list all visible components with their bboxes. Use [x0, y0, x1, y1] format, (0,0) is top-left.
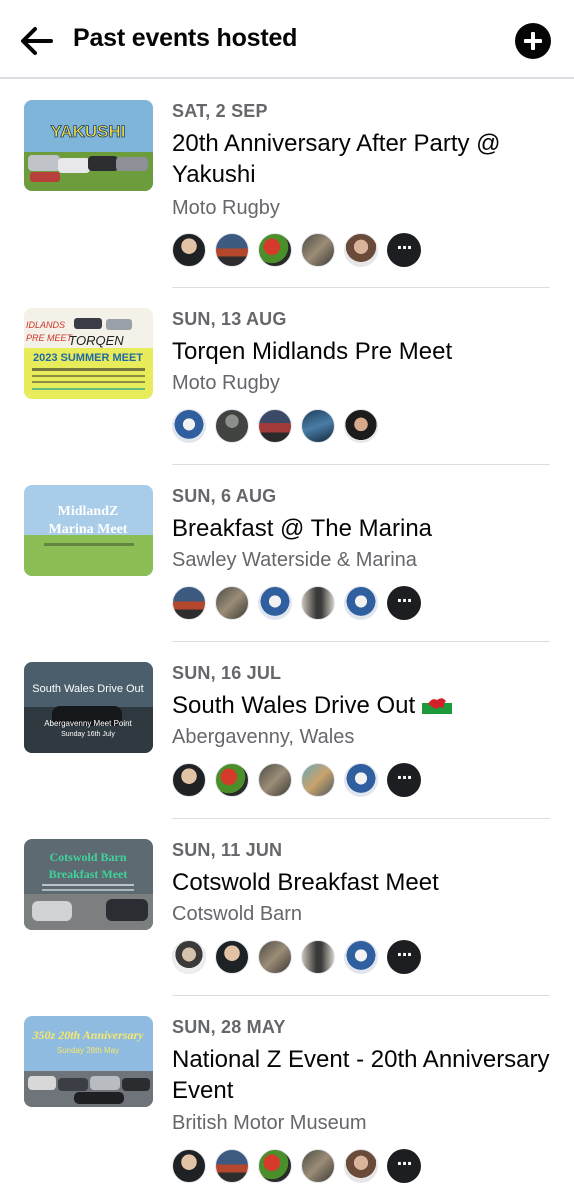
event-title: Breakfast @ The Marina — [172, 515, 433, 542]
event-title: 20th Anniversary After Party @ Yakushi — [172, 130, 501, 188]
event-date: SUN, 11 JUN — [172, 840, 283, 860]
event-date: SUN, 13 AUG — [172, 309, 287, 329]
avatar — [258, 233, 292, 267]
event-title: Torqen Midlands Pre Meet — [172, 338, 453, 365]
event-thumbnail: TORQEN 2023 SUMMER MEET IDLANDS PRE MEET — [24, 308, 153, 399]
event-date: SUN, 16 JUL — [172, 663, 282, 683]
avatar — [215, 233, 249, 267]
svg-text:Cotswold Barn: Cotswold Barn — [49, 850, 126, 864]
avatar — [215, 1149, 249, 1183]
welsh-flag-icon — [421, 691, 452, 722]
avatar — [172, 233, 206, 267]
svg-text:Abergavenny Meet Point: Abergavenny Meet Point — [44, 719, 132, 728]
avatar — [301, 940, 335, 974]
event-date: SUN, 6 AUG — [172, 486, 277, 506]
avatar — [215, 586, 249, 620]
avatar — [344, 233, 378, 267]
event-thumbnail: 350z 20th Anniversary Sunday 28th May — [24, 1016, 153, 1107]
event-location: British Motor Museum — [172, 1112, 367, 1134]
svg-text:IDLANDS: IDLANDS — [26, 320, 65, 330]
thumb-text: 350z 20th Anniversary — [32, 1028, 145, 1042]
avatar — [258, 409, 292, 443]
event-location: Sawley Waterside & Marina — [172, 549, 417, 571]
avatar — [301, 586, 335, 620]
thumb-text: YAKUSHI — [51, 122, 126, 141]
avatar — [215, 409, 249, 443]
avatar — [344, 763, 378, 797]
event-item[interactable]: TORQEN 2023 SUMMER MEET IDLANDS PRE MEET… — [0, 288, 574, 465]
avatar — [301, 763, 335, 797]
event-title: South Wales Drive Out — [172, 690, 552, 722]
event-date: SUN, 28 MAY — [172, 1017, 286, 1037]
event-location: Moto Rugby — [172, 372, 280, 394]
thumb-text: South Wales Drive Out — [32, 683, 143, 695]
event-location: Moto Rugby — [172, 197, 280, 219]
avatar — [301, 1149, 335, 1183]
top-bar: Past events hosted — [0, 0, 574, 79]
svg-text:Sunday 16th July: Sunday 16th July — [61, 731, 115, 738]
avatar — [215, 763, 249, 797]
more-attendees-icon[interactable] — [387, 586, 421, 620]
avatar — [172, 763, 206, 797]
event-location: Cotswold Barn — [172, 903, 303, 925]
event-thumbnail: YAKUSHI — [24, 100, 153, 191]
event-thumbnail: MidlandZ Marina Meet — [24, 485, 153, 576]
avatar — [344, 1149, 378, 1183]
avatar — [344, 940, 378, 974]
event-item[interactable]: 350z 20th Anniversary Sunday 28th May SU… — [0, 996, 574, 1200]
svg-text:PRE MEET: PRE MEET — [26, 333, 74, 343]
event-thumbnail: South Wales Drive Out Abergavenny Meet P… — [24, 662, 153, 753]
avatar — [172, 586, 206, 620]
thumb-text: 2023 SUMMER MEET — [33, 352, 143, 364]
avatar — [258, 940, 292, 974]
event-thumbnail: Cotswold Barn Breakfast Meet — [24, 839, 153, 930]
svg-text:Marina Meet: Marina Meet — [49, 522, 128, 537]
svg-text:TORQEN: TORQEN — [68, 333, 124, 348]
avatar — [172, 1149, 206, 1183]
avatar — [172, 940, 206, 974]
arrow-left-icon[interactable] — [18, 22, 56, 60]
avatar — [344, 409, 378, 443]
more-attendees-icon[interactable] — [387, 1149, 421, 1183]
event-date: SAT, 2 SEP — [172, 101, 268, 121]
event-item[interactable]: MidlandZ Marina Meet SUN, 6 AUG Breakfas… — [0, 465, 574, 642]
avatar — [344, 586, 378, 620]
avatar — [258, 763, 292, 797]
avatar — [258, 1149, 292, 1183]
event-title: National Z Event - 20th Anniversary Even… — [172, 1046, 550, 1104]
event-location: Abergavenny, Wales — [172, 726, 355, 748]
event-item[interactable]: Cotswold Barn Breakfast Meet SUN, 11 JUN… — [0, 819, 574, 996]
plus-circle-icon[interactable] — [515, 23, 551, 59]
event-item[interactable]: YAKUSHI SAT, 2 SEP 20th Anniversary Afte… — [0, 80, 574, 288]
svg-text:Breakfast Meet: Breakfast Meet — [49, 867, 128, 881]
svg-text:Sunday 28th May: Sunday 28th May — [57, 1046, 119, 1055]
avatar — [301, 409, 335, 443]
avatar — [301, 233, 335, 267]
more-attendees-icon[interactable] — [387, 233, 421, 267]
avatar — [258, 586, 292, 620]
svg-text:MidlandZ: MidlandZ — [58, 504, 119, 519]
event-title: Cotswold Breakfast Meet — [172, 869, 439, 896]
avatar — [172, 409, 206, 443]
more-attendees-icon[interactable] — [387, 940, 421, 974]
avatar — [215, 940, 249, 974]
more-attendees-icon[interactable] — [387, 763, 421, 797]
event-item[interactable]: South Wales Drive Out Abergavenny Meet P… — [0, 642, 574, 819]
page-title: Past events hosted — [73, 24, 298, 52]
event-title-text: South Wales Drive Out — [172, 692, 416, 719]
